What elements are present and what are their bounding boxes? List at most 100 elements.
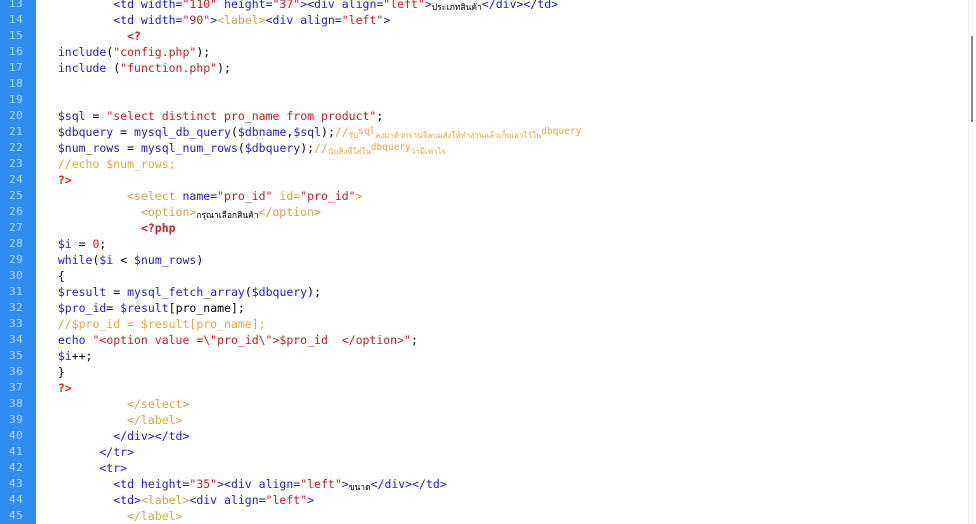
tok-assign: = — [120, 125, 135, 139]
tok-div-open: ><div align= — [300, 0, 384, 11]
code-line-26[interactable]: <option>กรุณาเลือกสินค้า</option> — [36, 204, 976, 221]
tok-php-close: ?> — [44, 381, 72, 395]
code-line-32[interactable]: $pro_id= $result[pro_name]; — [36, 300, 976, 316]
line-number: 37 — [9, 381, 24, 394]
line-number: 31 — [9, 285, 24, 298]
code-line-44[interactable]: <td><label><div align="left"> — [36, 492, 976, 508]
code-line-23[interactable]: //echo $num_rows; — [36, 156, 976, 172]
code-line-21[interactable]: $dbquery = mysql_db_query($dbname,$sql);… — [36, 124, 976, 140]
tok-assign: = — [106, 301, 121, 315]
tok-select-close: </select> — [44, 397, 190, 411]
tok-str-option-echo: "<option value =\"pro_id\">$pro_id </opt… — [92, 333, 411, 347]
tok-str-left: "left" — [341, 13, 384, 27]
tok-var-sql: $sql — [44, 109, 93, 123]
code-line-40[interactable]: </div></td> — [36, 428, 976, 444]
code-line-24[interactable]: ?> — [36, 172, 976, 188]
code-line-15[interactable]: <? — [36, 28, 976, 44]
thai-comment-21a: รับ — [348, 131, 359, 140]
code-line-42[interactable]: <tr> — [36, 460, 976, 476]
thai-option-please-select: กรุณาเลือกสินค้า — [196, 211, 259, 221]
tok-str-37: "37" — [272, 0, 301, 11]
code-line-22[interactable]: $num_rows = mysql_num_rows($dbquery);//น… — [36, 140, 976, 156]
tok-close-tr: </tr> — [44, 445, 135, 459]
tok-args: ( — [237, 141, 245, 155]
tok-str-left: "left" — [265, 493, 308, 507]
tok-str-pro-id2: "pro_id" — [300, 189, 356, 203]
code-line-35[interactable]: $i++; — [36, 348, 976, 364]
thai-comment-21b: ลงมาตัวกรานจีลบมสั่งให้ทำงานแล้วเก็บเอาไ… — [375, 131, 542, 140]
tok-var-result: $result — [120, 301, 169, 315]
tok-assign: = — [113, 285, 128, 299]
line-number: 41 — [9, 445, 24, 458]
line-number: 32 — [9, 301, 24, 314]
tok-close-div-td: </div></td> — [44, 429, 190, 443]
line-number: 22 — [9, 141, 24, 154]
line-number: 23 — [9, 157, 24, 170]
code-line-27[interactable]: <?php — [36, 220, 976, 236]
code-line-39[interactable]: </label> — [36, 412, 976, 428]
code-line-45[interactable]: </label> — [36, 508, 976, 524]
tok-close-semi: ); — [300, 141, 315, 155]
code-line-38[interactable]: </select> — [36, 396, 976, 412]
line-number: 30 — [9, 269, 24, 282]
tok-assign: = — [78, 237, 93, 251]
line-number: 24 — [9, 173, 24, 186]
tok-str-pro-id: "pro_id" — [217, 189, 273, 203]
tok-close-semi: ); — [321, 125, 335, 139]
code-line-36[interactable]: } — [36, 364, 976, 380]
code-editor[interactable]: 13 14 15 16 17 18 19 20 21 22 23 24 25 2… — [0, 0, 976, 524]
tok-php-open: <?php — [44, 221, 176, 235]
code-line-13[interactable]: <td width="110" height="37"><div align="… — [36, 0, 976, 13]
line-number: 29 — [9, 253, 24, 266]
line-number: 19 — [9, 93, 24, 106]
tok-div-open: ><div align= — [217, 477, 301, 491]
code-line-29[interactable]: while($i < $num_rows) — [36, 252, 976, 268]
tok-label-close: </label> — [44, 413, 183, 427]
line-number: 14 — [9, 13, 24, 26]
code-line-37[interactable]: ?> — [36, 380, 976, 396]
tok-var-i-inc: $i — [44, 349, 72, 363]
tok-var-dbquery-arg: $dbquery — [251, 285, 308, 299]
tok-brace-open: { — [44, 269, 65, 283]
line-number: 42 — [9, 461, 24, 474]
code-line-14[interactable]: <td width="90"><label><div align="left"> — [36, 12, 976, 28]
tok-fn-fetch-array: mysql_fetch_array — [127, 285, 245, 299]
tok-td-open: <td> — [44, 493, 141, 507]
code-line-18[interactable] — [36, 76, 976, 92]
code-line-19[interactable] — [36, 92, 976, 108]
tok-close-div-td: </div></td> — [370, 477, 447, 491]
vertical-scrollbar-thumb[interactable] — [971, 36, 973, 122]
tok-td-open: <td width= — [44, 0, 183, 11]
line-number: 16 — [9, 45, 24, 58]
tok-fn-mysql-db-query: mysql_db_query — [134, 125, 231, 139]
tok-label-close: </label> — [44, 509, 183, 523]
tok-td-open: <td width= — [44, 13, 183, 27]
code-line-34[interactable]: echo "<option value =\"pro_id\">$pro_id … — [36, 332, 976, 348]
tok-php-close: ?> — [44, 173, 72, 187]
tok-label-open: <label> — [217, 13, 266, 27]
tok-var-dbquery: $dbquery — [44, 125, 121, 139]
tok-str-left: "left" — [383, 0, 425, 11]
code-content[interactable]: <td width="110" height="37"><div align="… — [36, 0, 976, 524]
tok-str-left: "left" — [300, 477, 342, 491]
code-line-30[interactable]: { — [36, 268, 976, 284]
code-line-28[interactable]: $i = 0; — [36, 236, 976, 252]
line-number: 13 — [9, 0, 24, 10]
code-line-41[interactable]: </tr> — [36, 444, 976, 460]
sup-dbquery: dbquery — [541, 126, 582, 137]
code-line-43[interactable]: <td height="35"><div align="left">ขนาด</… — [36, 476, 976, 493]
line-number: 44 — [9, 493, 24, 506]
tok-close-paren: ) — [196, 253, 204, 267]
tok-gt: > — [341, 477, 349, 491]
tok-var-num-rows: $num_rows — [44, 141, 128, 155]
code-line-31[interactable]: $result = mysql_fetch_array($dbquery); — [36, 284, 976, 300]
code-line-33[interactable]: //$pro_id = $result[pro_name]; — [36, 316, 976, 332]
tok-attr-name: name= — [182, 189, 218, 203]
tok-while: while — [44, 253, 93, 267]
line-number: 15 — [9, 29, 24, 42]
tok-paren-semi: ); — [217, 61, 231, 75]
code-line-16[interactable]: include("config.php"); — [36, 44, 976, 60]
code-line-17[interactable]: include ("function.php"); — [36, 60, 976, 76]
code-line-20[interactable]: $sql = "select distinct pro_name from pr… — [36, 108, 976, 124]
code-line-25[interactable]: <select name="pro_id" id="pro_id"> — [36, 188, 976, 204]
